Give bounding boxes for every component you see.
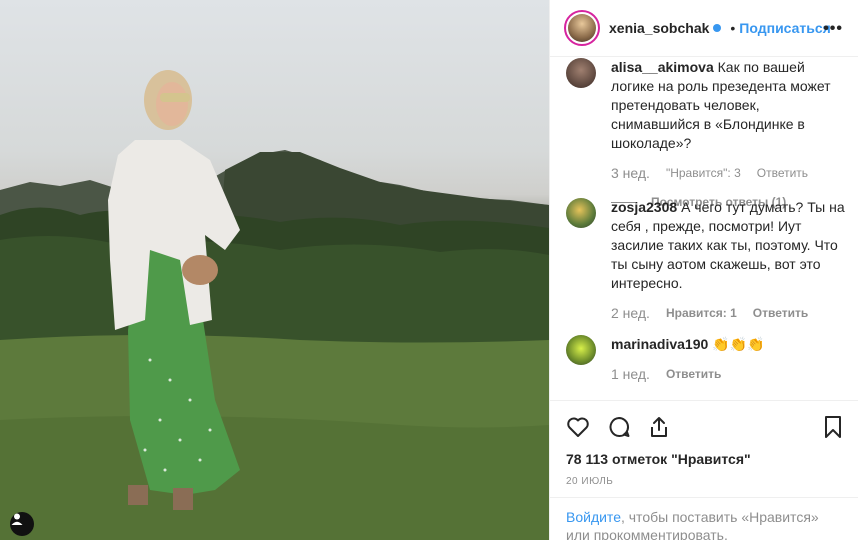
commenter-avatar[interactable] [566, 335, 596, 365]
comment-time[interactable]: 1 нед. [611, 366, 650, 382]
comment-username[interactable]: alisa__akimova [611, 59, 714, 75]
commenter-avatar[interactable] [566, 198, 596, 228]
author-avatar[interactable] [564, 10, 600, 46]
comment-text: 👏👏👏 [712, 336, 765, 352]
bookmark-icon[interactable] [821, 415, 845, 439]
comment-item: alisa__akimova Как по вашей логике на ро… [566, 58, 846, 209]
post-header: xenia_sobchak • Подписаться ••• [550, 0, 858, 57]
comment-time[interactable]: 3 нед. [611, 165, 650, 181]
more-options-icon[interactable]: ••• [823, 20, 843, 38]
verified-badge-icon [713, 24, 722, 32]
login-prompt: Войдите, чтобы поставить «Нравится» или … [550, 497, 858, 540]
comment-username[interactable]: zosja2308 [611, 199, 677, 215]
comment-text-block: zosja2308 А чего тут думать? Ты на себя … [611, 198, 846, 293]
comment-meta: 2 нед. Нравится: 1 Ответить [611, 305, 846, 321]
follow-button[interactable]: Подписаться [739, 20, 831, 36]
post-side-panel: xenia_sobchak • Подписаться ••• alisa__a… [549, 0, 858, 540]
post-actions: 78 113 отметок "Нравится" 20 ИЮЛЬ Войдит… [550, 400, 858, 540]
comment-likes[interactable]: "Нравится": 3 [666, 166, 741, 180]
post-date[interactable]: 20 ИЮЛЬ [566, 476, 613, 487]
comment-text-block: marinadiva190 👏👏👏 [611, 335, 846, 354]
login-link[interactable]: Войдите [566, 509, 621, 525]
comments-list[interactable]: alisa__akimova Как по вашей логике на ро… [550, 57, 858, 400]
heart-icon[interactable] [566, 415, 590, 439]
post-photo[interactable] [0, 0, 549, 540]
likes-count[interactable]: 78 113 отметок "Нравится" [566, 451, 751, 467]
comment-time[interactable]: 2 нед. [611, 305, 650, 321]
comment-meta: 3 нед. "Нравится": 3 Ответить [611, 165, 846, 181]
reply-button[interactable]: Ответить [753, 306, 808, 320]
action-icons [566, 415, 846, 443]
comment-meta: 1 нед. Ответить [611, 366, 846, 382]
comment-text-block: alisa__akimova Как по вашей логике на ро… [611, 58, 846, 153]
comment-item: marinadiva190 👏👏👏 1 нед. Ответить [566, 335, 846, 382]
photo-scene [0, 70, 549, 540]
user-tag-icon[interactable] [10, 512, 34, 536]
comment-username[interactable]: marinadiva190 [611, 336, 708, 352]
share-icon[interactable] [647, 415, 671, 439]
comment-item: zosja2308 А чего тут думать? Ты на себя … [566, 198, 846, 321]
comment-likes[interactable]: Нравится: 1 [666, 306, 737, 320]
author-username[interactable]: xenia_sobchak [609, 20, 709, 36]
commenter-avatar[interactable] [566, 58, 596, 88]
reply-button[interactable]: Ответить [666, 367, 721, 381]
comment-icon[interactable] [607, 415, 631, 439]
reply-button[interactable]: Ответить [757, 166, 808, 180]
dot-separator: • [730, 20, 736, 36]
